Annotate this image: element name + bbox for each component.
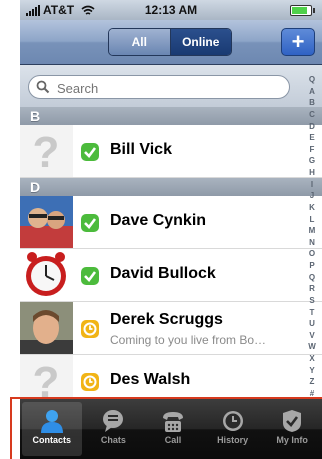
contact-row-des-walsh[interactable]: ? Des Walsh bbox=[20, 355, 322, 399]
annotation-line bbox=[10, 397, 12, 459]
person-icon bbox=[40, 410, 63, 433]
tab-my-info[interactable]: My Info bbox=[262, 399, 322, 459]
index-letter[interactable]: E bbox=[309, 134, 314, 142]
segment-all[interactable]: All bbox=[109, 29, 171, 55]
search-input[interactable] bbox=[55, 78, 279, 98]
contact-name: Dave Cynkin bbox=[110, 212, 207, 229]
tab-label: Chats bbox=[100, 435, 126, 445]
index-letter[interactable]: P bbox=[309, 262, 314, 270]
search-bar bbox=[20, 65, 322, 107]
svg-text:?: ? bbox=[33, 358, 60, 399]
index-letter[interactable]: D bbox=[309, 122, 315, 131]
index-letter[interactable]: O bbox=[309, 250, 315, 258]
tab-label: Call bbox=[164, 435, 182, 445]
filter-segmented-control: All Online bbox=[108, 28, 232, 56]
tab-history[interactable]: History bbox=[203, 399, 263, 459]
index-letter[interactable]: Q bbox=[309, 273, 315, 282]
search-field[interactable] bbox=[28, 75, 290, 99]
contact-name: Bill Vick bbox=[110, 141, 172, 158]
unknown-avatar: ? bbox=[20, 355, 73, 399]
index-letter[interactable]: X bbox=[309, 355, 314, 363]
index-letter[interactable]: Q bbox=[309, 76, 315, 84]
add-contact-button[interactable]: + bbox=[281, 28, 315, 56]
section-header-b: B bbox=[20, 107, 322, 125]
index-letter[interactable]: U bbox=[309, 320, 315, 328]
index-letter[interactable]: V bbox=[309, 331, 314, 340]
index-letter[interactable]: R bbox=[309, 285, 315, 293]
search-icon bbox=[36, 80, 50, 94]
status-message: Coming to you live from Bo… bbox=[110, 333, 267, 347]
annotation-line bbox=[10, 397, 322, 399]
section-header-d: D bbox=[20, 178, 322, 196]
status-bar: AT&T 12:13 AM bbox=[20, 0, 322, 20]
alphabet-index[interactable]: Q A B C D E F G H I J K L M N O P Q R S T U V W X Y Z # bbox=[306, 76, 318, 398]
contact-row-david-bullock[interactable]: David Bullock bbox=[20, 249, 322, 302]
available-status-icon bbox=[81, 143, 99, 161]
index-letter[interactable]: N bbox=[309, 238, 315, 247]
contact-name: Des Walsh bbox=[110, 371, 191, 388]
checkmark-shield-icon bbox=[283, 410, 302, 432]
index-letter[interactable]: F bbox=[310, 145, 315, 154]
contact-name: David Bullock bbox=[110, 265, 216, 282]
status-time: 12:13 AM bbox=[144, 3, 198, 17]
tab-contacts[interactable]: Contacts bbox=[22, 402, 82, 456]
phone-icon bbox=[162, 412, 183, 432]
index-letter[interactable]: M bbox=[309, 227, 316, 235]
tab-label: History bbox=[217, 435, 249, 445]
photo-avatar bbox=[20, 302, 73, 354]
photo-avatar bbox=[20, 196, 73, 248]
index-letter[interactable]: B bbox=[309, 99, 315, 107]
index-letter[interactable]: W bbox=[308, 343, 316, 351]
navigation-bar: All Online + bbox=[20, 20, 322, 65]
away-status-icon bbox=[81, 320, 99, 338]
index-letter[interactable]: J bbox=[310, 192, 314, 200]
index-letter[interactable]: Z bbox=[310, 378, 315, 386]
index-letter[interactable]: A bbox=[309, 87, 315, 96]
index-letter[interactable]: Y bbox=[309, 366, 314, 375]
index-letter[interactable]: S bbox=[309, 296, 314, 305]
away-status-icon bbox=[81, 373, 99, 391]
clock-avatar bbox=[20, 249, 73, 301]
index-letter[interactable]: L bbox=[310, 215, 315, 224]
contact-row-derek-scruggs[interactable]: Derek Scruggs Coming to you live from Bo… bbox=[20, 302, 322, 355]
tab-call[interactable]: Call bbox=[143, 399, 203, 459]
index-letter[interactable]: H bbox=[309, 169, 315, 177]
index-letter[interactable]: T bbox=[310, 308, 315, 317]
tab-bar: Contacts Chats Call History My Info bbox=[20, 399, 322, 459]
battery-icon bbox=[290, 5, 315, 16]
contact-list: B ? Bill Vick D Dave Cynkin David Bulloc… bbox=[20, 107, 322, 399]
available-status-icon bbox=[81, 214, 99, 232]
index-letter[interactable]: C bbox=[309, 110, 315, 119]
chat-bubble-icon bbox=[103, 410, 124, 432]
tab-label: Contacts bbox=[32, 435, 72, 445]
unknown-avatar: ? bbox=[20, 125, 73, 177]
contact-row-dave-cynkin[interactable]: Dave Cynkin bbox=[20, 196, 322, 249]
phone-screen: AT&T 12:13 AM All Online + B bbox=[20, 0, 322, 459]
tab-label: My Info bbox=[276, 435, 308, 445]
available-status-icon bbox=[81, 267, 99, 285]
index-letter[interactable]: K bbox=[309, 203, 315, 212]
contact-row-bill-vick[interactable]: ? Bill Vick bbox=[20, 125, 322, 178]
index-letter[interactable]: I bbox=[311, 180, 313, 189]
svg-text:?: ? bbox=[33, 128, 60, 177]
battery-fill bbox=[292, 7, 308, 14]
tab-chats[interactable]: Chats bbox=[84, 399, 144, 459]
index-letter[interactable]: G bbox=[309, 157, 315, 165]
segment-online[interactable]: Online bbox=[170, 29, 231, 55]
clock-icon bbox=[222, 411, 243, 431]
contact-name: Derek Scruggs bbox=[110, 311, 223, 328]
